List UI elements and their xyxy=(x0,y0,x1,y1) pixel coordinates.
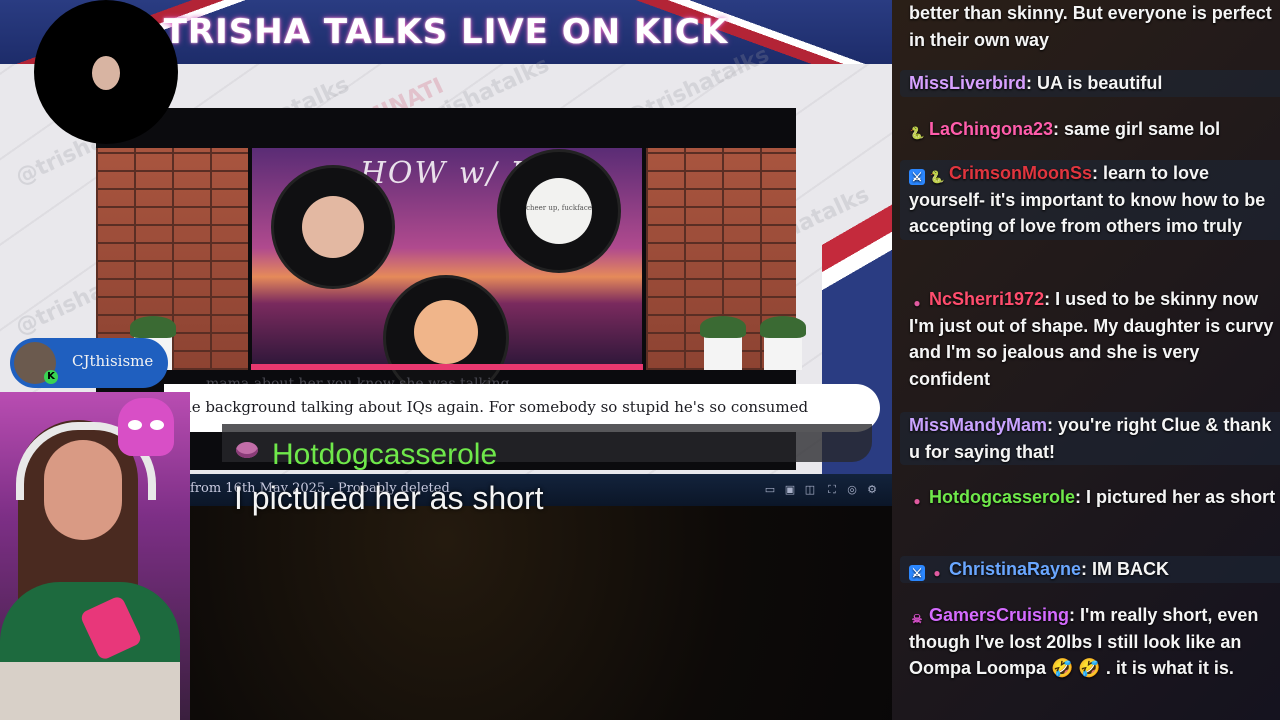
moderator-sword-icon: ⚔ xyxy=(909,169,925,185)
featured-chat-overlay: Hotdogcasserole I pictured her as short xyxy=(222,424,886,524)
chat-message: ⚔ 🐍 CrimsonMoonSs: learn to love yourself-… xyxy=(900,160,1280,240)
chat-username[interactable]: MissLiverbird xyxy=(909,73,1026,93)
stream-scene: TRISHA TALKS LIVE ON KICK @trishatalks @… xyxy=(0,0,892,720)
snake-badge-icon: 🐍 xyxy=(909,126,925,140)
guest-face xyxy=(302,196,364,258)
chat-message: ⚔ ● ChristinaRayne: IM BACK xyxy=(900,556,1280,583)
brain-badge-icon: ● xyxy=(913,494,921,508)
ski-mask-logo-icon xyxy=(118,398,174,456)
plant-icon xyxy=(700,316,746,370)
chat-message: 🐍 LaChingona23: same girl same lol xyxy=(909,119,1221,140)
avatar-face xyxy=(92,56,120,90)
chat-message: MissMandyMam: you're right Clue & thank … xyxy=(900,412,1280,465)
chat-message: MissLiverbird: UA is beautiful xyxy=(900,70,1280,97)
plant-icon xyxy=(760,316,806,370)
chat-message-text: I pictured her as short xyxy=(1086,487,1276,507)
brain-emote-icon xyxy=(236,442,258,458)
featured-chat-username: Hotdogcasserole xyxy=(272,438,498,471)
video-poster: HOW w/ B cheer up, fuckface xyxy=(252,148,642,398)
chat-message-text: UA is beautiful xyxy=(1037,73,1163,93)
brain-badge-icon: ● xyxy=(933,566,941,580)
chat-username[interactable]: MissMandyMam xyxy=(909,415,1047,435)
brain-badge-icon: ● xyxy=(913,296,921,310)
brick-wall-left xyxy=(96,148,248,370)
video-accent-bar xyxy=(251,364,643,370)
chat-message: ● NcSherri1972: I used to be skinny now I… xyxy=(909,289,1274,389)
viewer-pill: K CJthisisme xyxy=(10,338,168,388)
chat-message: ● Hotdogcasserole: I pictured her as shor… xyxy=(900,484,1280,511)
skull-badge-icon: ☠ xyxy=(911,612,923,626)
guest-face xyxy=(414,300,478,364)
featured-chat-header: Hotdogcasserole xyxy=(222,424,872,471)
snake-badge-icon: 🐍 xyxy=(929,170,945,184)
brick-wall-right xyxy=(646,148,806,370)
featured-chat-message: I pictured her as short xyxy=(234,480,544,516)
chat-message-text: same girl same lol xyxy=(1064,119,1221,139)
video-caption: the background talking about IQs again. … xyxy=(176,398,809,416)
viewer-name: CJthisisme xyxy=(72,352,154,370)
guest-disc xyxy=(274,168,392,286)
chat-message-text: better than skinny. But everyone is perf… xyxy=(909,3,1272,50)
moderator-sword-icon: ⚔ xyxy=(909,565,925,581)
chat-message-text: IM BACK xyxy=(1092,559,1170,579)
chat-message: better than skinny. But everyone is perf… xyxy=(900,0,1280,53)
guest-disc: cheer up, fuckface xyxy=(500,152,618,270)
chat-panel[interactable]: better than skinny. But everyone is perf… xyxy=(892,0,1280,720)
chat-username[interactable]: Hotdogcasserole xyxy=(929,487,1075,507)
chat-message: ☠ GamersCruising: I'm really short, even … xyxy=(909,605,1259,678)
webcam-desk xyxy=(0,662,180,720)
streamer-avatar xyxy=(34,0,178,144)
guest-placeholder: cheer up, fuckface xyxy=(526,178,592,244)
chat-username[interactable]: ChristinaRayne xyxy=(949,559,1081,579)
guest-disc-text: cheer up, fuckface xyxy=(526,204,592,212)
chat-username[interactable]: CrimsonMoonSs xyxy=(949,163,1092,183)
chat-username[interactable]: LaChingona23 xyxy=(929,119,1053,139)
chat-username[interactable]: GamersCruising xyxy=(929,605,1069,625)
chat-username[interactable]: NcSherri1972 xyxy=(929,289,1044,309)
kick-logo-icon: K xyxy=(44,370,58,384)
